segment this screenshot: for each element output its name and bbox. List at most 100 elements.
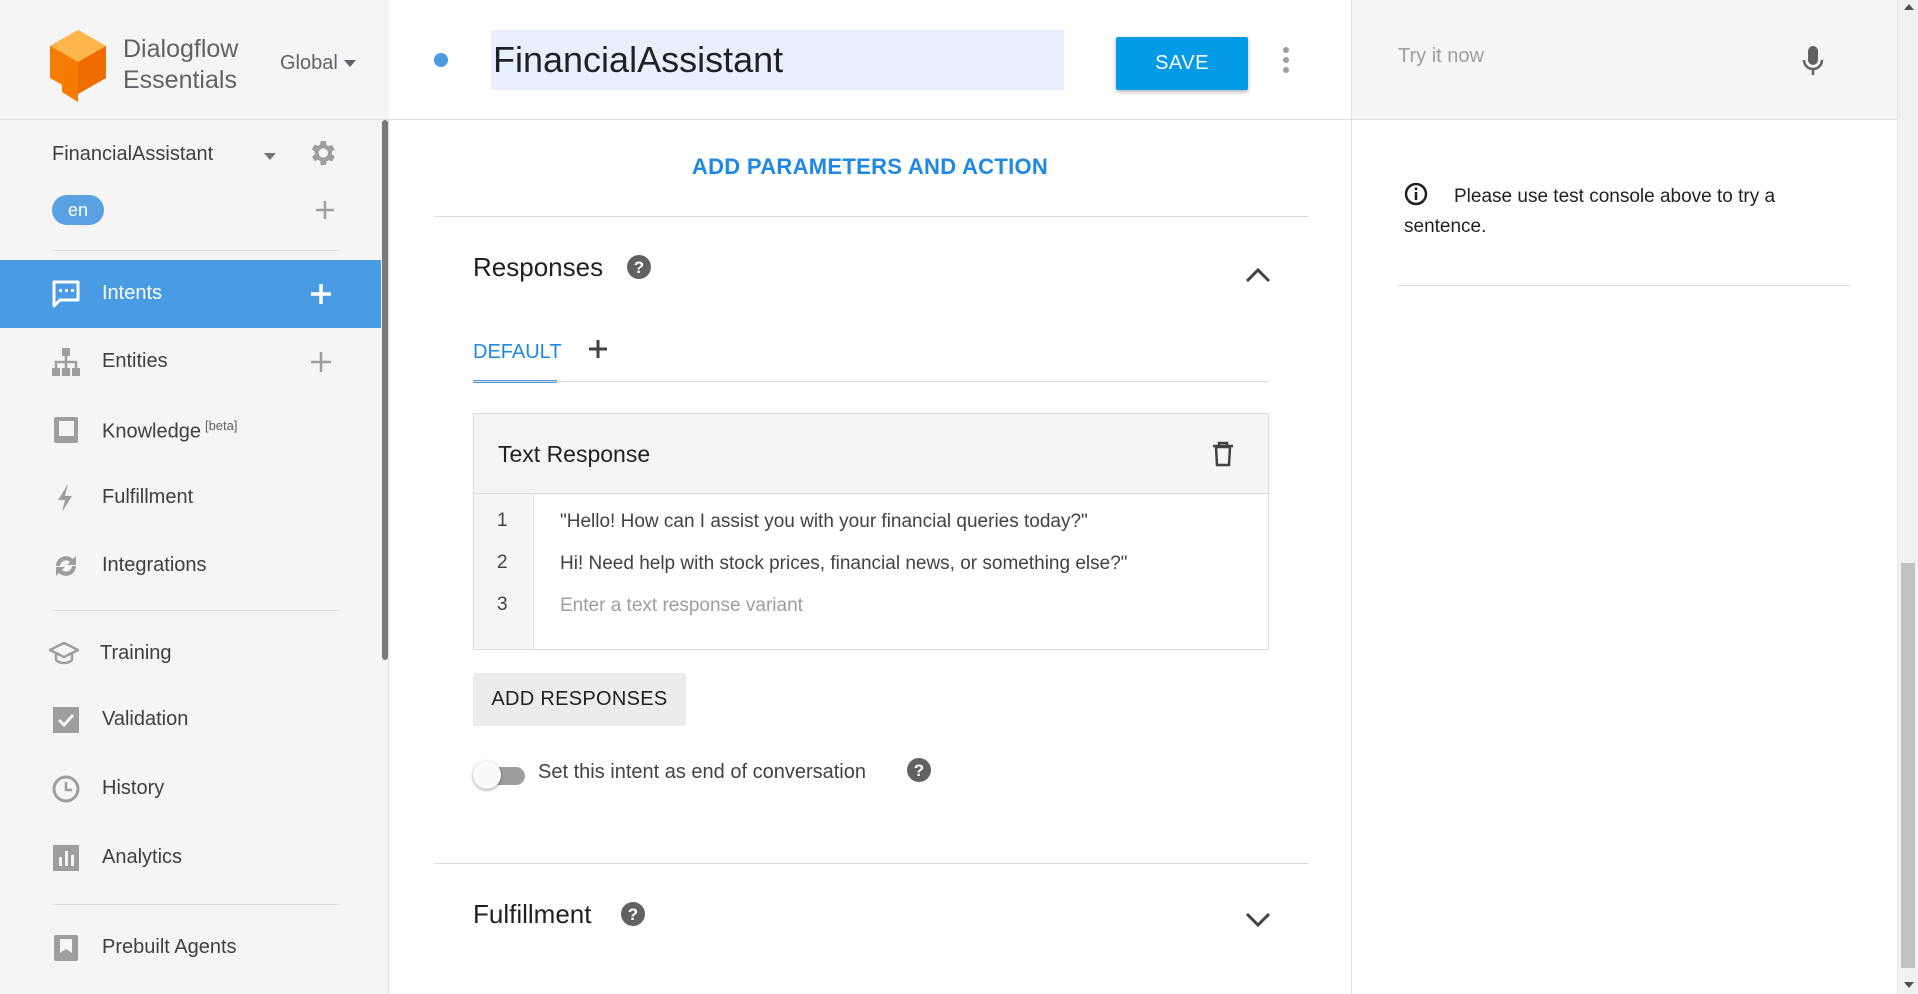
response-variant-input[interactable]: Enter a text response variant bbox=[560, 595, 1250, 617]
chevron-down-icon bbox=[264, 153, 276, 160]
add-language-plus-icon[interactable] bbox=[312, 197, 338, 223]
section-divider bbox=[435, 216, 1308, 217]
language-row: en bbox=[52, 195, 342, 227]
intent-header: SAVE bbox=[389, 0, 1351, 120]
sidebar-item-label: Fulfillment bbox=[102, 486, 194, 508]
text-response-title: Text Response bbox=[498, 441, 651, 467]
sync-arrows-icon bbox=[56, 556, 76, 576]
fulfillment-title: Fulfillment bbox=[473, 899, 592, 929]
page-scrollbar[interactable] bbox=[1897, 0, 1918, 994]
sidebar-item-integrations[interactable]: Integrations bbox=[0, 532, 381, 600]
bookmark-book-icon bbox=[54, 935, 78, 961]
test-console-panel: Try it now Please use test console above… bbox=[1351, 0, 1898, 994]
sidebar-item-validation[interactable]: Validation bbox=[0, 686, 381, 754]
scroll-up-arrow-icon[interactable] bbox=[1904, 4, 1914, 10]
save-button[interactable]: SAVE bbox=[1116, 37, 1248, 90]
sidebar-item-training[interactable]: Training bbox=[0, 620, 381, 688]
sidebar-item-analytics[interactable]: Analytics bbox=[0, 824, 381, 892]
response-variant-1[interactable]: "Hello! How can I assist you with your f… bbox=[560, 511, 1250, 533]
region-label: Global bbox=[280, 52, 338, 74]
lightning-bolt-icon bbox=[58, 484, 72, 512]
sidebar-item-label: Training bbox=[100, 642, 172, 664]
help-icon[interactable]: ? bbox=[626, 254, 652, 280]
end-conversation-toggle[interactable] bbox=[473, 759, 525, 789]
add-entity-plus-icon[interactable] bbox=[308, 349, 334, 375]
dialogflow-logo-icon bbox=[50, 30, 106, 102]
intent-name-input[interactable] bbox=[491, 30, 1064, 90]
sidebar-divider bbox=[52, 250, 340, 251]
more-vert-icon[interactable] bbox=[1281, 45, 1291, 75]
add-tab-plus-icon[interactable] bbox=[585, 336, 611, 362]
sidebar-item-label: Integrations bbox=[102, 554, 207, 576]
product-name: Dialogflow Essentials bbox=[123, 34, 238, 96]
scrollbar-thumb[interactable] bbox=[1901, 563, 1915, 968]
sidebar-scrollbar[interactable] bbox=[382, 120, 388, 660]
sidebar-divider bbox=[52, 610, 340, 611]
agent-name: FinancialAssistant bbox=[52, 143, 214, 165]
text-response-header: Text Response bbox=[474, 414, 1268, 494]
sidebar-item-history[interactable]: History bbox=[0, 755, 381, 823]
book-icon bbox=[54, 417, 78, 443]
product-name-line2: Essentials bbox=[123, 66, 237, 94]
svg-text:?: ? bbox=[628, 905, 638, 924]
row-number: 1 bbox=[497, 510, 508, 531]
sidebar-item-knowledge[interactable]: Knowledge [beta] bbox=[0, 396, 381, 464]
region-selector[interactable]: Global bbox=[280, 52, 356, 75]
sidebar-item-label: Intents bbox=[102, 282, 163, 304]
microphone-icon[interactable] bbox=[1802, 45, 1824, 77]
end-conversation-label: Set this intent as end of conversation bbox=[538, 761, 866, 783]
responses-title: Responses bbox=[473, 252, 604, 282]
sidebar-item-label: Analytics bbox=[102, 846, 183, 868]
chevron-down-icon bbox=[343, 60, 356, 67]
brand-header: Dialogflow Essentials Global bbox=[0, 0, 389, 120]
gear-icon[interactable] bbox=[306, 137, 338, 169]
graduation-cap-icon bbox=[48, 641, 80, 665]
sidebar-item-intents[interactable]: Intents bbox=[0, 260, 381, 328]
product-name-line1: Dialogflow bbox=[123, 35, 239, 63]
try-it-now-input[interactable]: Try it now bbox=[1398, 45, 1778, 68]
sidebar-item-fulfillment[interactable]: Fulfillment bbox=[0, 464, 381, 532]
test-console-bar: Try it now bbox=[1352, 0, 1898, 120]
sidebar-divider bbox=[52, 904, 340, 905]
info-divider bbox=[1398, 285, 1850, 286]
sidebar: Dialogflow Essentials Global FinancialAs… bbox=[0, 0, 389, 994]
sidebar-item-prebuilt-agents[interactable]: Prebuilt Agents bbox=[0, 914, 381, 982]
sidebar-item-label: Knowledge [beta] bbox=[102, 418, 238, 444]
chevron-down-icon[interactable] bbox=[1244, 909, 1272, 929]
test-console-info: Please use test console above to try a s… bbox=[1404, 186, 1776, 237]
sidebar-item-label: Prebuilt Agents bbox=[102, 936, 237, 958]
checkbox-icon bbox=[53, 707, 79, 733]
sidebar-item-label: Entities bbox=[102, 350, 168, 372]
knowledge-label: Knowledge bbox=[102, 420, 201, 443]
scroll-down-arrow-icon[interactable] bbox=[1904, 982, 1914, 988]
help-icon[interactable]: ? bbox=[906, 757, 932, 783]
sidebar-item-label: History bbox=[102, 777, 165, 799]
status-dot bbox=[434, 53, 448, 67]
add-responses-button[interactable]: ADD RESPONSES bbox=[473, 673, 686, 726]
sidebar-item-entities[interactable]: Entities bbox=[0, 328, 381, 396]
bar-chart-icon bbox=[53, 845, 79, 871]
add-parameters-link[interactable]: ADD PARAMETERS AND ACTION bbox=[389, 154, 1351, 180]
chevron-up-icon[interactable] bbox=[1244, 265, 1272, 285]
agent-selector[interactable]: FinancialAssistant bbox=[52, 141, 342, 171]
hierarchy-icon bbox=[52, 348, 80, 376]
clock-icon bbox=[52, 775, 80, 803]
response-variant-2[interactable]: Hi! Need help with stock prices, financi… bbox=[560, 553, 1250, 575]
trash-icon[interactable] bbox=[1210, 440, 1236, 468]
toggle-knob bbox=[473, 761, 501, 789]
row-number: 2 bbox=[497, 552, 508, 573]
language-chip[interactable]: en bbox=[52, 195, 104, 225]
row-number: 3 bbox=[497, 594, 508, 615]
beta-badge: [beta] bbox=[204, 418, 238, 433]
svg-text:?: ? bbox=[634, 258, 644, 277]
tab-default[interactable]: DEFAULT bbox=[473, 341, 562, 364]
sidebar-item-label: Validation bbox=[102, 708, 189, 730]
intent-editor: ADD PARAMETERS AND ACTION Responses ? DE… bbox=[389, 121, 1351, 994]
tabs-divider bbox=[473, 381, 1268, 382]
text-response-card: Text Response 1 "Hello! How can I assist… bbox=[473, 413, 1269, 650]
add-intent-plus-icon[interactable] bbox=[308, 281, 334, 307]
svg-text:?: ? bbox=[914, 761, 924, 780]
help-icon[interactable]: ? bbox=[620, 901, 646, 927]
chat-bubble-icon bbox=[52, 280, 80, 308]
section-divider bbox=[435, 863, 1308, 864]
